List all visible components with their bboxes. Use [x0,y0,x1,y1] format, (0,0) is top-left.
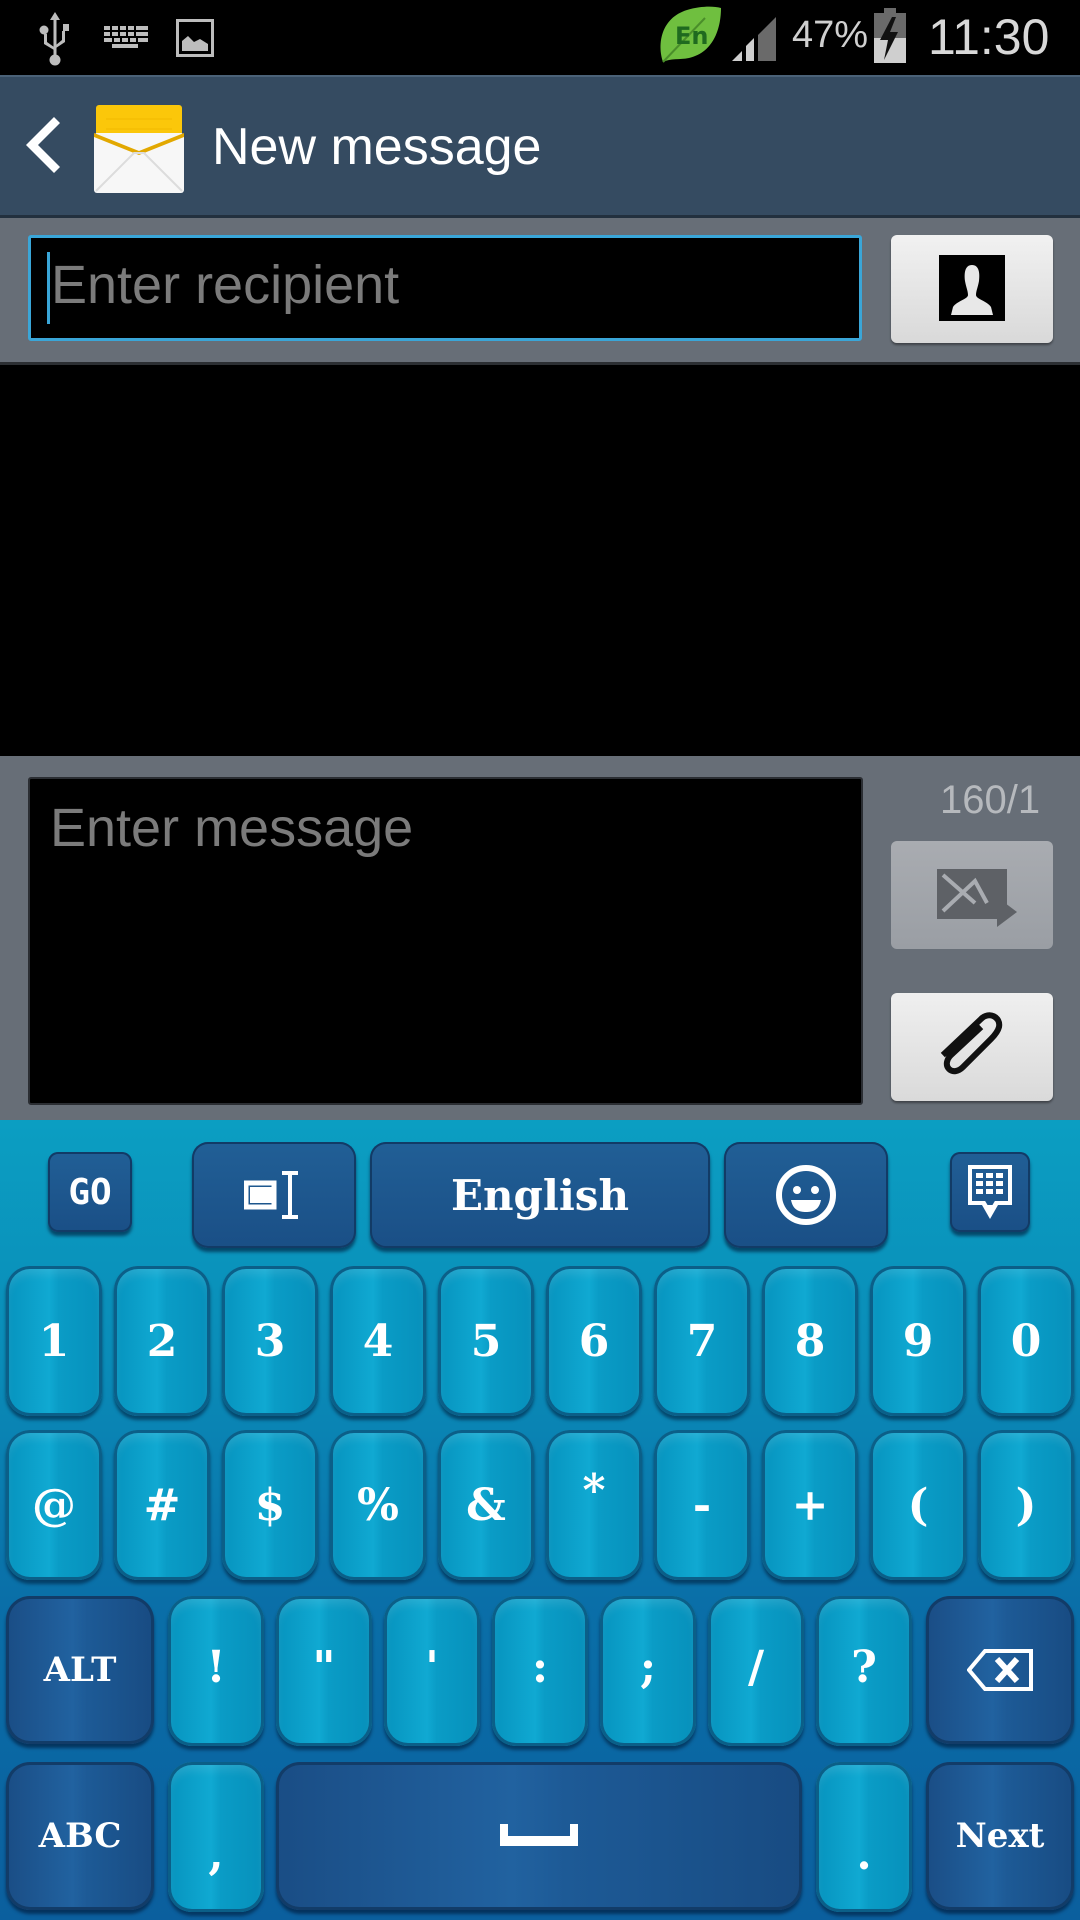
key-9[interactable]: 9 [870,1266,966,1416]
action-bar: New message [0,75,1080,218]
key-5[interactable]: 5 [438,1266,534,1416]
recipient-placeholder: Enter recipient [51,255,400,315]
symbol-key[interactable]: ) [978,1430,1074,1580]
char-counter: 160/1 [940,778,1041,822]
attach-button[interactable] [891,993,1053,1101]
status-bar: En 47% 11:30 [0,0,1080,75]
key-2[interactable]: 2 [114,1266,210,1416]
contact-icon [939,255,1005,321]
go-button[interactable]: GO [48,1152,132,1232]
symbol-key[interactable]: # [114,1430,210,1580]
battery-charging-icon [874,8,906,63]
conversation-area [0,362,1080,756]
usb-icon [39,12,69,66]
envelope-icon [94,105,184,193]
keyboard-icon [104,26,148,48]
period-key[interactable]: . [816,1762,912,1912]
punctuation-key[interactable]: / [708,1596,804,1746]
symbol-key[interactable]: ( [870,1430,966,1580]
emoji-icon [776,1165,836,1225]
key-8[interactable]: 8 [762,1266,858,1416]
recipient-input[interactable]: Enter recipient [28,235,862,341]
backspace-key[interactable] [926,1596,1074,1744]
symbol-key[interactable]: $ [222,1430,318,1580]
symbol-key[interactable]: * [546,1430,642,1580]
recipient-bar: Enter recipient [0,218,1080,362]
comma-key[interactable]: , [168,1762,264,1912]
contacts-button[interactable] [891,235,1053,343]
hide-keyboard-button[interactable] [950,1152,1030,1232]
space-icon [500,1824,578,1846]
key-6[interactable]: 6 [546,1266,642,1416]
punctuation-key[interactable]: ' [384,1596,480,1746]
next-key[interactable]: Next [926,1762,1074,1910]
page-title: New message [212,118,542,176]
signal-icon [732,17,776,61]
chevron-left-icon [26,117,60,173]
key-7[interactable]: 7 [654,1266,750,1416]
key-1[interactable]: 1 [6,1266,102,1416]
language-en-icon: En [660,6,721,63]
punctuation-key[interactable]: " [276,1596,372,1746]
send-button[interactable] [891,841,1053,949]
battery-percent: 47% [792,14,869,56]
paperclip-icon [940,1012,1003,1075]
back-button[interactable] [16,95,96,195]
emoji-button[interactable] [724,1142,888,1248]
compose-bar: Enter message 160/1 [0,756,1080,1120]
picture-icon [176,19,214,57]
punctuation-key[interactable]: ; [600,1596,696,1746]
text-cursor [47,252,50,324]
text-edit-button[interactable] [192,1142,356,1248]
space-key[interactable] [276,1762,802,1910]
punctuation-key[interactable]: ! [168,1596,264,1746]
key-4[interactable]: 4 [330,1266,426,1416]
svg-text:En: En [675,22,708,50]
symbol-key[interactable]: & [438,1430,534,1580]
key-3[interactable]: 3 [222,1266,318,1416]
text-cursor-edit-icon [244,1171,298,1219]
message-input[interactable]: Enter message [28,777,863,1105]
hide-keyboard-icon [968,1165,1012,1219]
symbol-key[interactable]: + [762,1430,858,1580]
keyboard: GO English ALT ABC , . Next 1 @ 2 # 3 $ … [0,1120,1080,1920]
send-message-icon [937,869,1017,927]
clock: 11:30 [928,9,1050,65]
abc-key[interactable]: ABC [6,1762,154,1910]
alt-key[interactable]: ALT [6,1596,154,1744]
punctuation-key[interactable]: : [492,1596,588,1746]
backspace-icon [967,1649,1033,1691]
symbol-key[interactable]: % [330,1430,426,1580]
symbol-key[interactable]: - [654,1430,750,1580]
punctuation-key[interactable]: ? [816,1596,912,1746]
message-placeholder: Enter message [50,798,414,858]
symbol-key[interactable]: @ [6,1430,102,1580]
key-0[interactable]: 0 [978,1266,1074,1416]
language-button[interactable]: English [370,1142,710,1248]
